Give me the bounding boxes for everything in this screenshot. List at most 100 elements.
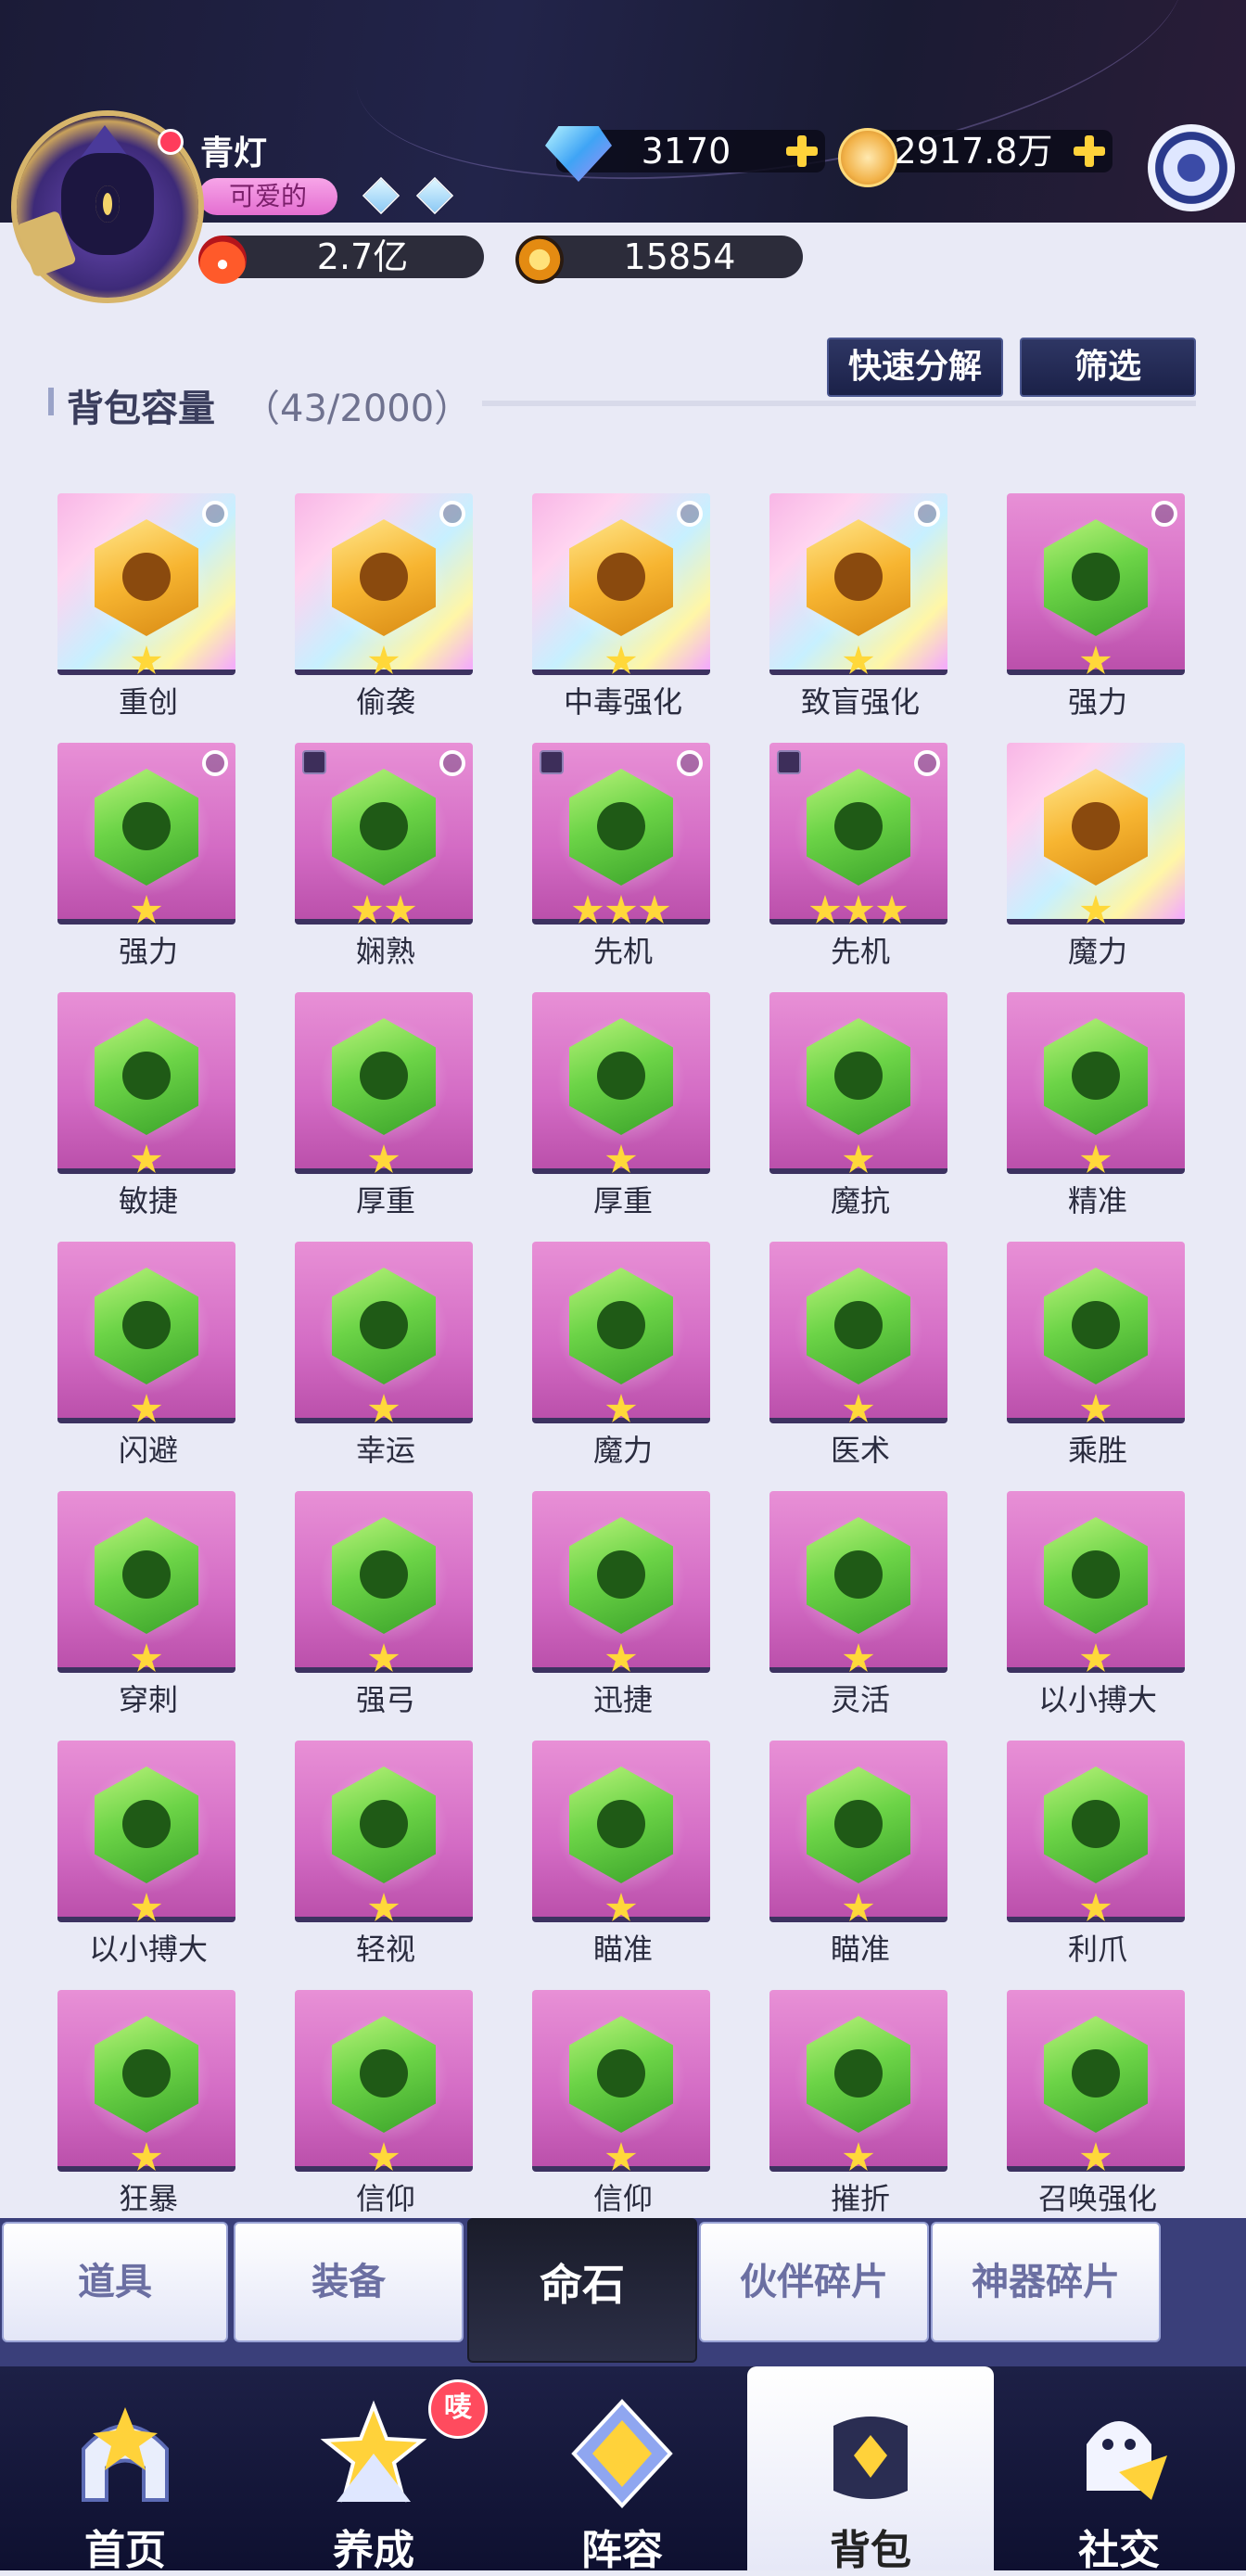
lock-icon — [540, 750, 564, 774]
rune-item[interactable]: 信仰 — [295, 1990, 477, 2240]
star-icon — [843, 2142, 874, 2171]
crosshair-icon — [1072, 1052, 1120, 1100]
select-radio[interactable] — [1151, 501, 1177, 527]
rune-item[interactable]: 偷袭 — [295, 493, 477, 744]
rune-label: 强力 — [1067, 684, 1127, 720]
star-icon — [1080, 645, 1112, 674]
nav-home[interactable]: 首页 — [2, 2366, 248, 2574]
rune-item[interactable]: 以小搏大 — [57, 1741, 239, 1991]
rune-item[interactable]: 以小搏大 — [1007, 1491, 1189, 1741]
settings-gear-icon[interactable] — [1148, 124, 1235, 211]
add-coins-button[interactable] — [1072, 134, 1107, 169]
swift-icon — [597, 1550, 645, 1599]
home-castle-icon — [82, 2407, 169, 2502]
rune-item[interactable]: 灵活 — [769, 1491, 951, 1741]
rune-item[interactable]: 魔力 — [1007, 743, 1189, 993]
tab-artifact-shards[interactable]: 神器碎片 — [931, 2222, 1161, 2342]
tab-items[interactable]: 道具 — [2, 2222, 228, 2342]
star-rating — [57, 895, 235, 926]
rune-item[interactable]: 瞄准 — [532, 1741, 714, 1991]
rune-item[interactable]: 穿刺 — [57, 1491, 239, 1741]
rune-item[interactable]: 医术 — [769, 1242, 951, 1492]
rune-label: 医术 — [830, 1433, 890, 1468]
agile-icon — [834, 1550, 883, 1599]
star-icon — [385, 895, 416, 924]
rune-item[interactable]: 轻视 — [295, 1741, 477, 1991]
nav-backpack[interactable]: 背包 — [747, 2366, 994, 2574]
select-radio[interactable] — [914, 501, 940, 527]
rune-item[interactable]: 致盲强化 — [769, 493, 951, 744]
rune-item[interactable]: 强弓 — [295, 1491, 477, 1741]
rune-label: 狂暴 — [118, 2181, 178, 2216]
select-radio[interactable] — [439, 750, 465, 776]
rune-label: 闪避 — [118, 1433, 178, 1468]
demon-icon — [834, 2049, 883, 2098]
lightning-icon — [122, 1052, 171, 1100]
nav-formation[interactable]: 阵容 — [499, 2366, 745, 2574]
rune-item[interactable]: 闪避 — [57, 1242, 239, 1492]
rune-item[interactable]: 强力 — [1007, 493, 1189, 744]
halo-icon — [597, 2049, 645, 2098]
nav-label: 社交 — [1078, 2527, 1160, 2574]
section-marker — [48, 388, 54, 415]
rune-item[interactable]: 魔力 — [532, 1242, 714, 1492]
rune-item[interactable]: 先机 — [769, 743, 951, 993]
rune-label: 魔力 — [1067, 934, 1127, 969]
star-rating — [57, 645, 235, 677]
rune-item[interactable]: 厚重 — [532, 992, 714, 1243]
rune-item[interactable]: 狂暴 — [57, 1990, 239, 2240]
player-avatar[interactable] — [16, 116, 198, 298]
star-icon — [131, 645, 162, 674]
star-rating — [295, 2142, 473, 2174]
rune-item[interactable]: 先机 — [532, 743, 714, 993]
quick-decompose-button[interactable]: 快速分解 — [827, 338, 1003, 397]
rune-item[interactable]: 厚重 — [295, 992, 477, 1243]
rune-item[interactable]: 娴熟 — [295, 743, 477, 993]
filter-button[interactable]: 筛选 — [1020, 338, 1196, 397]
star-icon — [876, 895, 908, 924]
star-rating — [769, 1643, 947, 1675]
select-radio[interactable] — [914, 750, 940, 776]
category-tabs: 道具 装备 命石 伙伴碎片 神器碎片 — [0, 2218, 1246, 2366]
potion-icon — [597, 1301, 645, 1349]
rune-label: 乘胜 — [1067, 1433, 1127, 1468]
rune-item[interactable]: 魔抗 — [769, 992, 951, 1243]
rune-item[interactable]: 信仰 — [532, 1990, 714, 2240]
rune-item[interactable]: 精准 — [1007, 992, 1189, 1243]
select-radio[interactable] — [202, 501, 228, 527]
bag-header: 背包容量 （43/2000） 快速分解 筛选 — [0, 334, 1246, 430]
underdog-icon — [1072, 1550, 1120, 1599]
rune-item[interactable]: 强力 — [57, 743, 239, 993]
rune-label: 摧折 — [830, 2181, 890, 2216]
rune-label: 迅捷 — [592, 1682, 653, 1717]
star-icon — [843, 1893, 874, 1921]
rune-item[interactable]: 幸运 — [295, 1242, 477, 1492]
rune-item[interactable]: 利爪 — [1007, 1741, 1189, 1991]
tab-partner-shards[interactable]: 伙伴碎片 — [699, 2222, 929, 2342]
star-icon — [131, 1144, 162, 1173]
tab-fate-stones[interactable]: 命石 — [467, 2218, 697, 2363]
select-radio[interactable] — [439, 501, 465, 527]
star-rating — [532, 1893, 710, 1924]
rune-item[interactable]: 瞄准 — [769, 1741, 951, 1991]
medic-icon — [834, 1301, 883, 1349]
rune-item[interactable]: 摧折 — [769, 1990, 951, 2240]
rune-item[interactable]: 迅捷 — [532, 1491, 714, 1741]
tab-equipment[interactable]: 装备 — [234, 2222, 464, 2342]
select-radio[interactable] — [677, 750, 703, 776]
add-gems-button[interactable] — [784, 134, 820, 169]
select-radio[interactable] — [677, 501, 703, 527]
star-rating — [532, 645, 710, 677]
rune-item[interactable]: 敏捷 — [57, 992, 239, 1243]
player-title-badge[interactable]: 可爱的 — [198, 178, 337, 215]
select-radio[interactable] — [202, 750, 228, 776]
rune-item[interactable]: 重创 — [57, 493, 239, 744]
rune-item[interactable]: 召唤强化 — [1007, 1990, 1189, 2240]
rune-item[interactable]: 乘胜 — [1007, 1242, 1189, 1492]
develop-notification-badge: 唛 — [428, 2379, 488, 2439]
star-rating — [769, 1893, 947, 1924]
rune-item[interactable]: 中毒强化 — [532, 493, 714, 744]
nav-social[interactable]: 社交 — [996, 2366, 1242, 2574]
social-ghost-icon — [1087, 2421, 1167, 2500]
nav-label: 养成 — [333, 2527, 414, 2574]
